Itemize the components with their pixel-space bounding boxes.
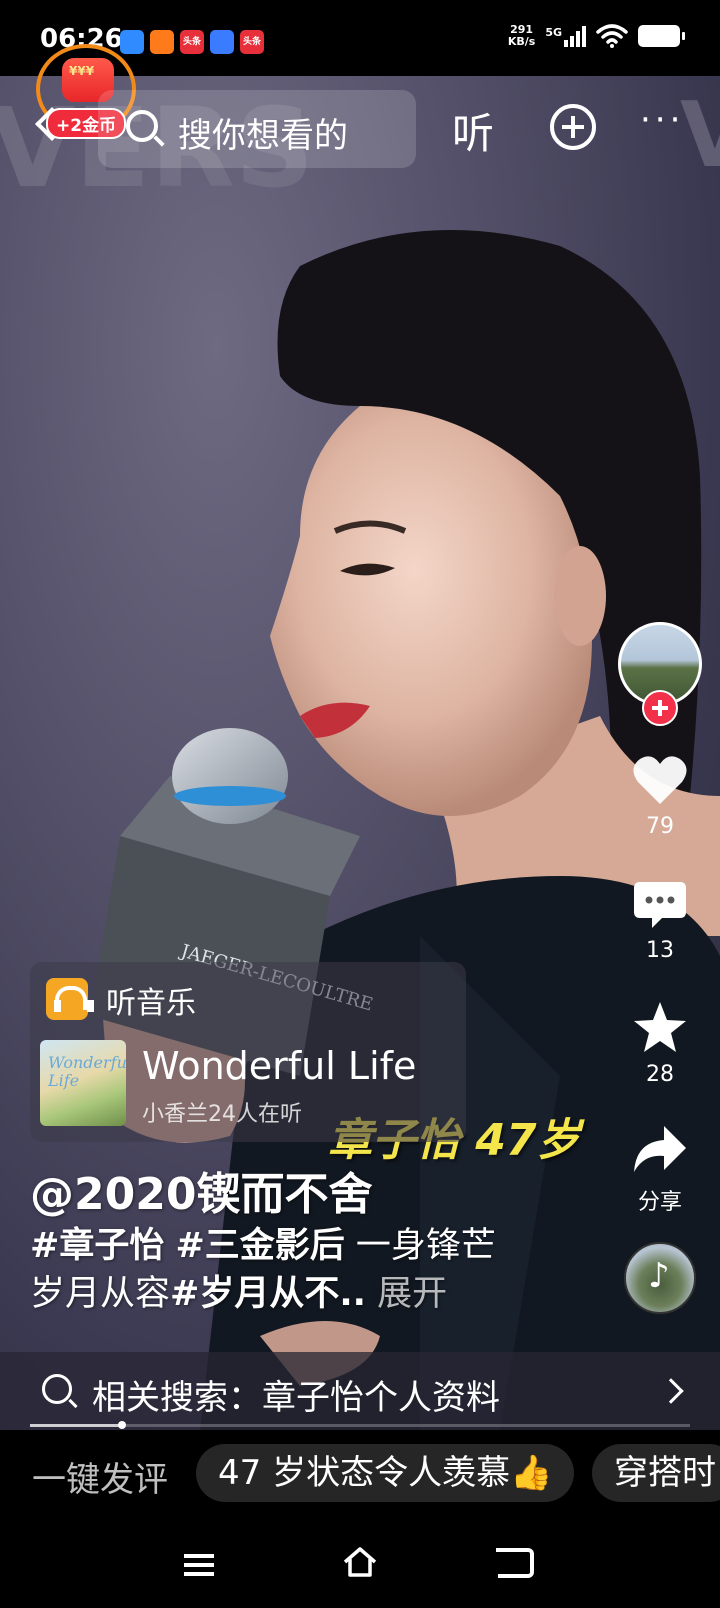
app-icon-4 [210, 30, 234, 54]
favorite-button[interactable]: 28 [620, 1000, 700, 1087]
caption-text: 岁月从容 [30, 1274, 171, 1314]
like-count: 79 [646, 814, 674, 839]
comment-chip[interactable]: 穿搭时 [592, 1444, 720, 1502]
quick-comment-row: 一键发评 47 岁状态令人羡慕👍 穿搭时 [0, 1430, 720, 1526]
home-icon[interactable] [342, 1544, 378, 1580]
follow-button[interactable] [642, 690, 678, 726]
comment-icon [634, 882, 686, 928]
hashtag[interactable]: #章子怡 [30, 1226, 164, 1266]
author-name[interactable]: @2020锲而不舍 [30, 1158, 372, 1222]
add-icon[interactable] [550, 104, 596, 150]
comment-button[interactable]: 13 [620, 880, 700, 963]
music-card-title: 听音乐 [106, 986, 196, 1021]
chevron-right-icon [658, 1378, 684, 1404]
related-search-bar[interactable]: 相关搜索：章子怡个人资料 [0, 1352, 720, 1430]
network-type: 5G [545, 26, 562, 39]
music-disc[interactable]: ♪ [624, 1242, 696, 1314]
comment-count: 13 [646, 938, 674, 963]
search-icon [42, 1374, 72, 1404]
menu-icon[interactable] [184, 1554, 214, 1576]
back-nav-icon[interactable] [496, 1548, 534, 1578]
like-button[interactable]: 79 [620, 754, 700, 839]
favorite-count: 28 [646, 1062, 674, 1087]
video-progress-bar[interactable] [30, 1421, 690, 1429]
video-caption[interactable]: #章子怡 #三金影后 一身锋芒 岁月从容#岁月从不.. 展开 [30, 1222, 600, 1318]
headphones-icon [46, 978, 94, 1020]
listen-button[interactable]: 听 [452, 100, 494, 161]
music-card[interactable]: 听音乐 Wonderful Life Wonderful Life 小香兰24人… [30, 962, 466, 1142]
app-icon-2 [150, 30, 174, 54]
system-nav-bar [0, 1526, 720, 1608]
system-status: 291 KB/s 5G [508, 24, 685, 48]
net-speed-unit: KB/s [507, 35, 536, 48]
listener-count: 小香兰24人在听 [142, 1102, 302, 1127]
search-placeholder: 搜你想看的 [178, 116, 348, 156]
expand-link[interactable]: 展开 [366, 1274, 447, 1314]
toutiao-icon-2: 头条 [240, 30, 264, 54]
heart-icon [633, 756, 687, 804]
wifi-icon [596, 24, 628, 48]
song-name: Wonderful Life [142, 1044, 417, 1088]
toutiao-icon: 头条 [180, 30, 204, 54]
svg-text:V: V [680, 83, 720, 188]
notification-icons: 头条 头条 [120, 30, 264, 54]
related-search-text: 相关搜索：章子怡个人资料 [92, 1378, 500, 1418]
search-input[interactable]: 搜你想看的 [98, 90, 416, 168]
search-icon [126, 110, 158, 142]
share-button[interactable]: 分享 [620, 1124, 700, 1216]
battery-icon [638, 25, 685, 47]
share-label: 分享 [637, 1190, 682, 1215]
album-cover-text: Wonderful Life [48, 1053, 126, 1090]
more-icon[interactable]: ··· [640, 103, 684, 140]
quick-comment-label[interactable]: 一键发评 [32, 1452, 168, 1501]
app-icon-1 [120, 30, 144, 54]
net-speed: 291 KB/s [508, 24, 535, 48]
album-cover: Wonderful Life [40, 1040, 126, 1126]
hashtag[interactable]: #岁月从不.. [170, 1274, 366, 1314]
star-icon [634, 1002, 686, 1052]
cell-signal: 5G [545, 25, 586, 47]
comment-chip[interactable]: 47 岁状态令人羡慕👍 [196, 1444, 575, 1502]
signal-bars-icon [564, 25, 586, 47]
caption-text: 一身锋芒 [344, 1226, 496, 1266]
music-note-icon: ♪ [648, 1256, 670, 1296]
share-icon [634, 1126, 686, 1172]
hashtag[interactable]: #三金影后 [175, 1226, 344, 1266]
progress-fill [30, 1424, 123, 1427]
